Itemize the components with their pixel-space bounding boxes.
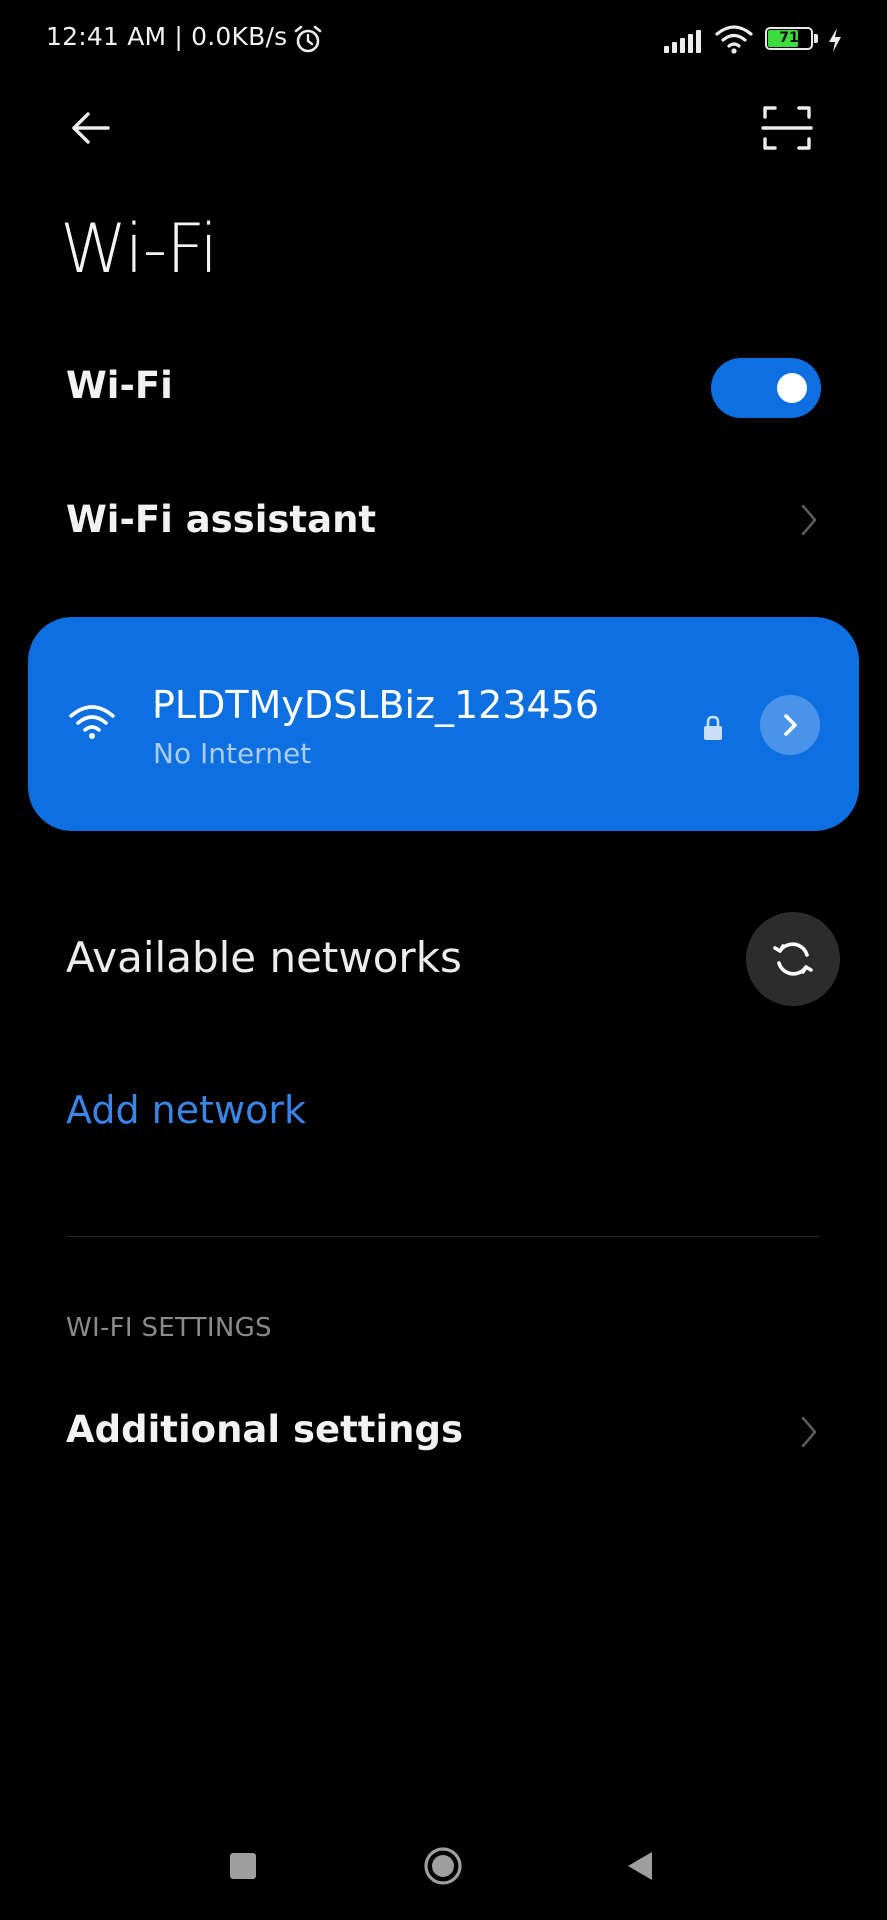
wifi-assistant-label: Wi-Fi assistant <box>66 498 377 541</box>
additional-settings-label: Additional settings <box>66 1408 463 1451</box>
wifi-toggle-label: Wi-Fi <box>66 364 173 407</box>
wifi-icon <box>715 25 753 54</box>
wifi-assistant-row[interactable]: Wi-Fi assistant <box>0 480 887 560</box>
alarm-clock-icon <box>294 25 322 53</box>
add-network-link[interactable]: Add network <box>66 1088 306 1132</box>
cellular-signal-icon <box>664 30 701 53</box>
wifi-signal-icon <box>69 705 115 739</box>
additional-settings-row[interactable]: Additional settings <box>0 1390 887 1476</box>
arrow-left-icon <box>72 112 110 144</box>
battery-indicator: 71 <box>765 27 819 52</box>
refresh-icon <box>773 942 813 976</box>
status-time-speed: 12:41 AM | 0.0KB/s <box>46 22 288 51</box>
nav-recents-button[interactable] <box>230 1853 256 1879</box>
network-ssid: PLDTMyDSLBiz_123456 <box>152 683 600 727</box>
page-title: Wi-Fi <box>60 210 218 289</box>
qr-scan-icon <box>761 106 813 150</box>
chevron-right-icon <box>784 714 797 736</box>
refresh-button[interactable] <box>746 912 840 1006</box>
nav-back-button[interactable] <box>625 1850 655 1882</box>
network-details-button[interactable] <box>760 695 820 755</box>
wifi-toggle-switch[interactable] <box>711 358 821 418</box>
toggle-knob <box>777 373 807 403</box>
circle-icon <box>424 1847 462 1885</box>
divider <box>66 1236 820 1237</box>
chevron-right-icon <box>801 504 817 536</box>
available-networks-heading: Available networks <box>66 933 462 982</box>
back-button[interactable] <box>60 98 130 158</box>
triangle-back-icon <box>628 1852 652 1880</box>
lock-icon <box>704 715 722 740</box>
lightning-bolt-icon <box>829 28 841 52</box>
connected-network-card[interactable]: PLDTMyDSLBiz_123456 No Internet <box>28 617 859 831</box>
battery-tip <box>814 34 818 43</box>
nav-home-button[interactable] <box>423 1846 463 1886</box>
battery-level: 71 <box>779 30 799 46</box>
network-status: No Internet <box>153 737 312 770</box>
wifi-settings-caption: WI-FI SETTINGS <box>66 1313 272 1343</box>
chevron-right-icon <box>801 1416 817 1448</box>
scan-button[interactable] <box>757 100 817 156</box>
status-bar: 12:41 AM | 0.0KB/s 71 <box>0 0 887 80</box>
